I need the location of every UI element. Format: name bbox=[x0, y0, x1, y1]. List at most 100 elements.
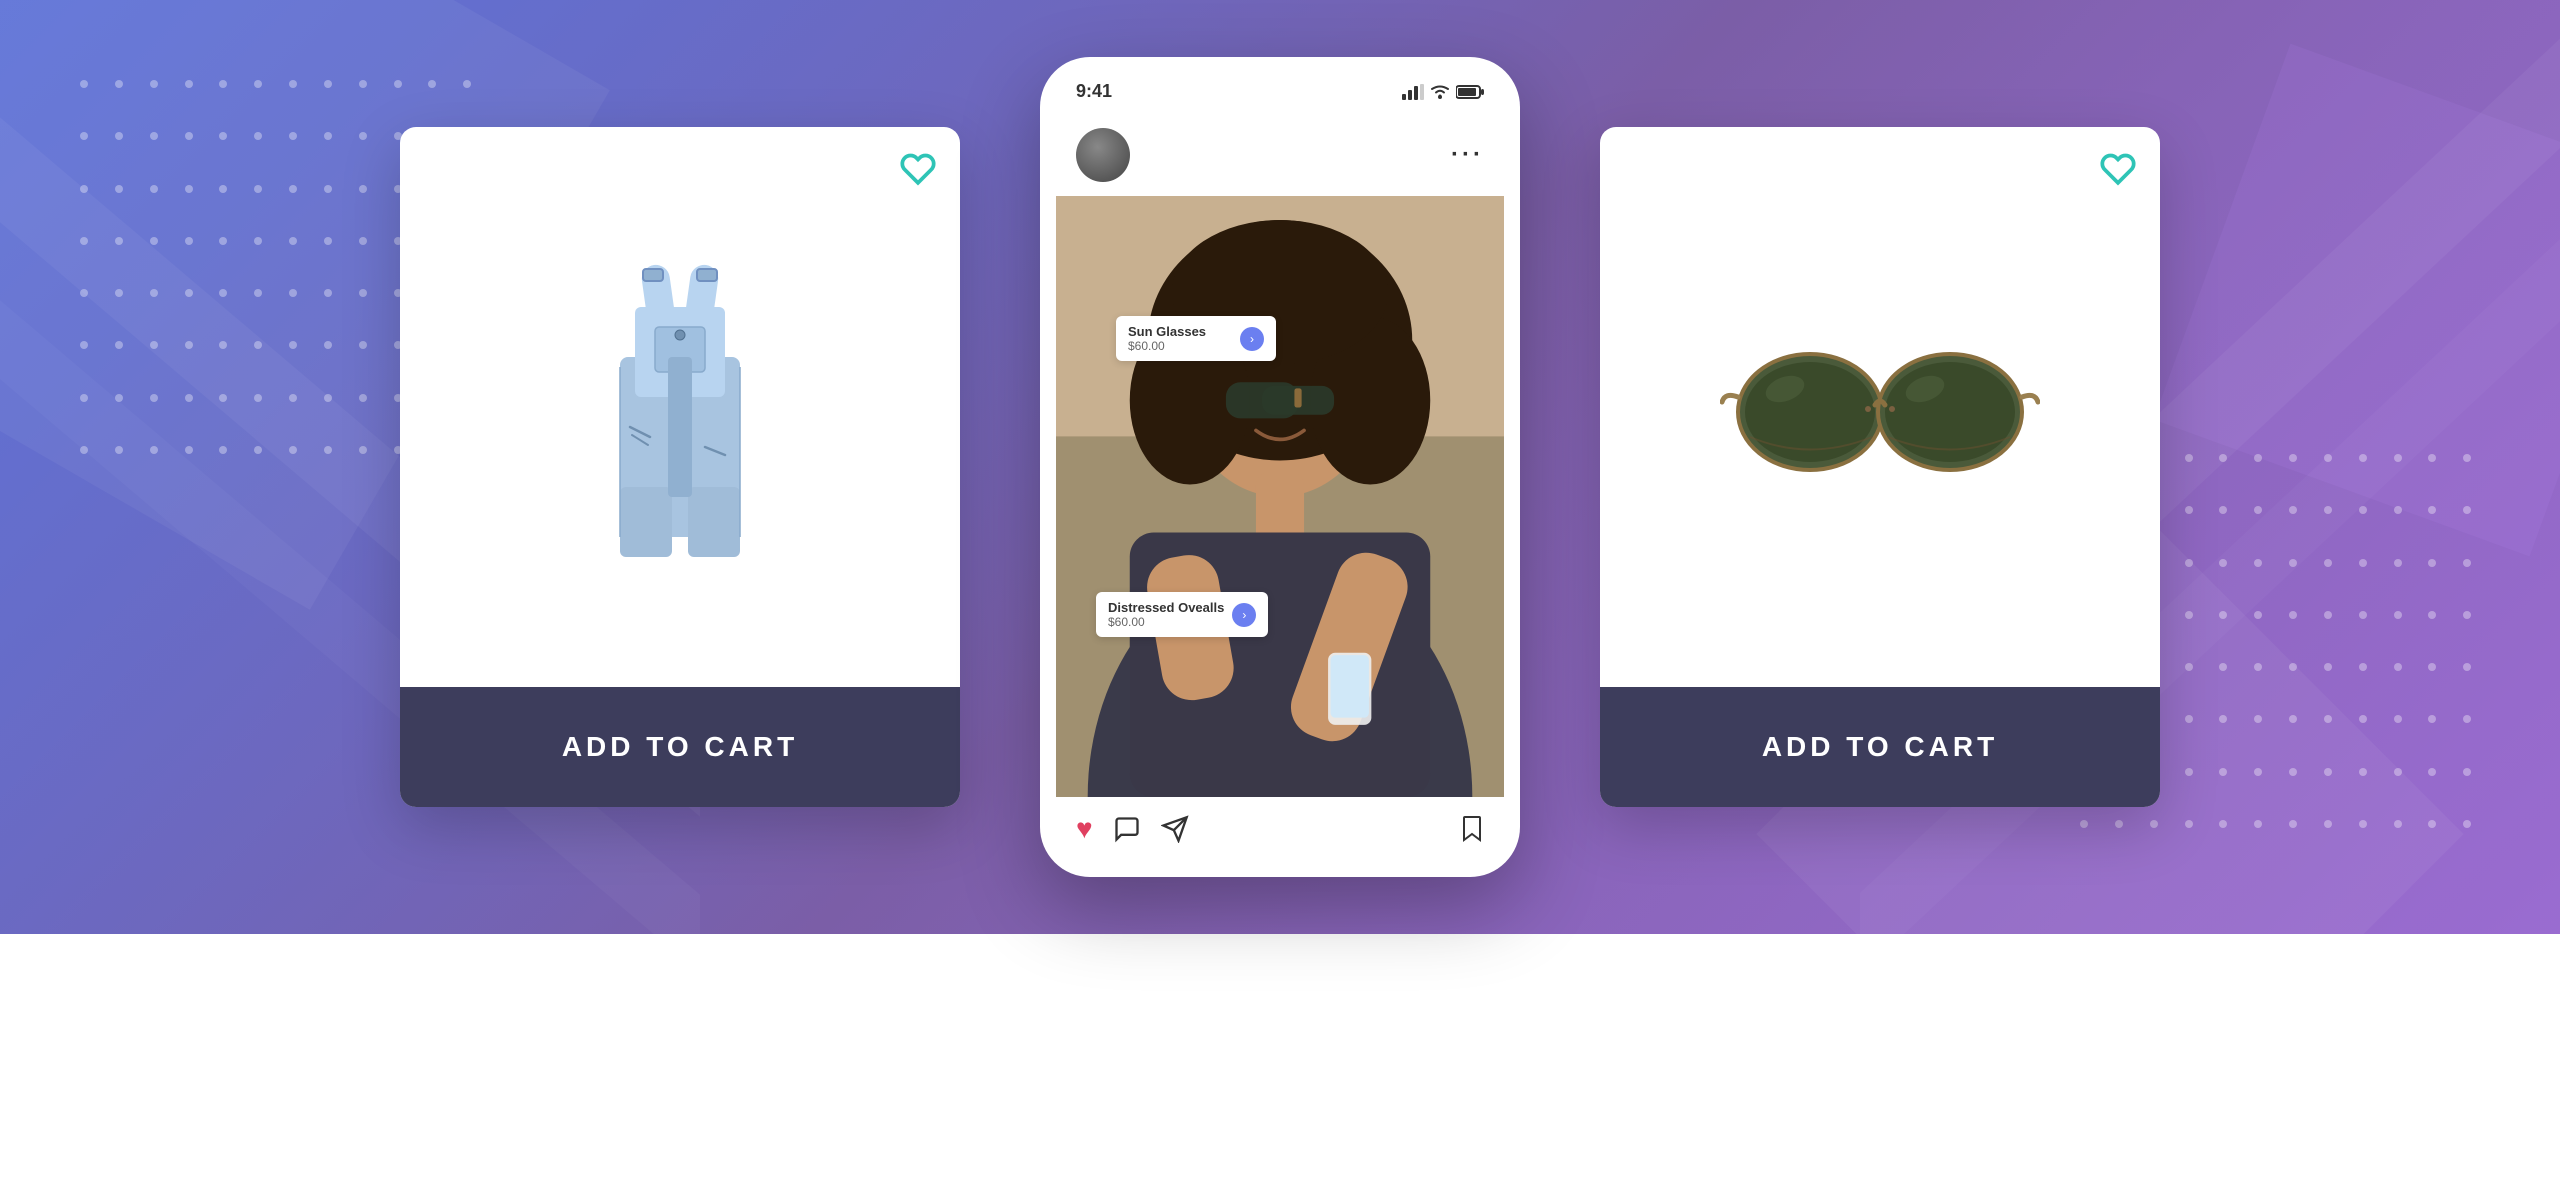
background: // Will be rendered via JS below bbox=[0, 0, 2560, 934]
dot bbox=[219, 237, 227, 245]
dot bbox=[150, 446, 158, 454]
dot bbox=[254, 132, 262, 140]
dot bbox=[2289, 454, 2297, 462]
dot bbox=[2359, 611, 2367, 619]
phone-inner: 9:41 bbox=[1056, 73, 1504, 861]
right-heart-icon[interactable] bbox=[2100, 151, 2136, 187]
tag-overalls-price: $60.00 bbox=[1108, 615, 1224, 629]
dot bbox=[2359, 506, 2367, 514]
dot bbox=[2394, 611, 2402, 619]
comment-icon[interactable] bbox=[1113, 815, 1141, 843]
dot bbox=[2463, 454, 2471, 462]
right-product-card: ADD TO CART bbox=[1600, 127, 2160, 807]
dot bbox=[2394, 559, 2402, 567]
dot bbox=[185, 185, 193, 193]
tag-sunglasses-arrow[interactable]: › bbox=[1240, 327, 1264, 351]
dot bbox=[150, 289, 158, 297]
dot bbox=[185, 446, 193, 454]
dot bbox=[185, 237, 193, 245]
dot bbox=[324, 446, 332, 454]
dot bbox=[2219, 663, 2227, 671]
dot bbox=[2185, 663, 2193, 671]
product-tag-sunglasses[interactable]: Sun Glasses $60.00 › bbox=[1116, 316, 1276, 361]
user-avatar[interactable] bbox=[1076, 128, 1130, 182]
left-product-image-area bbox=[400, 127, 960, 687]
dot bbox=[289, 237, 297, 245]
dot bbox=[289, 446, 297, 454]
dot bbox=[185, 394, 193, 402]
dot bbox=[115, 237, 123, 245]
dot bbox=[2324, 715, 2332, 723]
dot bbox=[2185, 820, 2193, 828]
dot bbox=[2254, 611, 2262, 619]
sunglasses-illustration bbox=[1720, 317, 2040, 497]
dot bbox=[2254, 820, 2262, 828]
dot bbox=[2289, 559, 2297, 567]
dot bbox=[185, 80, 193, 88]
dot bbox=[254, 446, 262, 454]
dot bbox=[324, 132, 332, 140]
dot bbox=[2185, 506, 2193, 514]
dot bbox=[2463, 611, 2471, 619]
left-add-to-cart-label: ADD TO CART bbox=[562, 731, 798, 763]
left-heart-icon[interactable] bbox=[900, 151, 936, 187]
dot bbox=[150, 132, 158, 140]
dot bbox=[115, 394, 123, 402]
dot bbox=[80, 446, 88, 454]
dot bbox=[219, 185, 227, 193]
dot bbox=[2324, 820, 2332, 828]
bookmark-icon[interactable] bbox=[1460, 815, 1484, 843]
more-options-icon[interactable]: ··· bbox=[1451, 141, 1484, 169]
dot bbox=[219, 394, 227, 402]
dot bbox=[115, 341, 123, 349]
dot bbox=[80, 289, 88, 297]
dot bbox=[2428, 820, 2436, 828]
action-icons-left: ♥ bbox=[1076, 813, 1189, 845]
dot bbox=[2254, 559, 2262, 567]
dot bbox=[2324, 611, 2332, 619]
dot bbox=[2219, 768, 2227, 776]
dot bbox=[150, 237, 158, 245]
dot bbox=[324, 341, 332, 349]
dot bbox=[2324, 454, 2332, 462]
dot bbox=[2359, 820, 2367, 828]
product-tag-overalls[interactable]: Distressed Ovealls $60.00 › bbox=[1096, 592, 1268, 637]
dot bbox=[2219, 559, 2227, 567]
dot bbox=[2394, 768, 2402, 776]
instagram-header: ··· bbox=[1056, 114, 1504, 196]
dot bbox=[2428, 454, 2436, 462]
right-add-to-cart-button[interactable]: ADD TO CART bbox=[1600, 687, 2160, 807]
phone-time: 9:41 bbox=[1076, 81, 1112, 102]
dot bbox=[2324, 768, 2332, 776]
dot bbox=[219, 289, 227, 297]
dot bbox=[289, 341, 297, 349]
dot bbox=[254, 237, 262, 245]
dot bbox=[254, 185, 262, 193]
share-icon[interactable] bbox=[1161, 815, 1189, 843]
dot bbox=[359, 185, 367, 193]
dot bbox=[219, 80, 227, 88]
dot bbox=[2219, 820, 2227, 828]
dot bbox=[2219, 454, 2227, 462]
dot bbox=[289, 289, 297, 297]
dot bbox=[2359, 715, 2367, 723]
dot bbox=[359, 80, 367, 88]
dot bbox=[2254, 454, 2262, 462]
like-button[interactable]: ♥ bbox=[1076, 813, 1093, 845]
tag-sunglasses-price: $60.00 bbox=[1128, 339, 1232, 353]
dot bbox=[359, 341, 367, 349]
dot bbox=[324, 80, 332, 88]
dot bbox=[2394, 663, 2402, 671]
dot bbox=[359, 132, 367, 140]
dot bbox=[2463, 559, 2471, 567]
tag-overalls-arrow[interactable]: › bbox=[1232, 603, 1256, 627]
dot bbox=[115, 80, 123, 88]
left-add-to-cart-button[interactable]: ADD TO CART bbox=[400, 687, 960, 807]
dot bbox=[2394, 506, 2402, 514]
dot bbox=[2463, 715, 2471, 723]
dot bbox=[219, 132, 227, 140]
dot bbox=[2428, 506, 2436, 514]
dot bbox=[2185, 611, 2193, 619]
dot bbox=[2150, 820, 2158, 828]
wifi-icon bbox=[1430, 84, 1450, 100]
